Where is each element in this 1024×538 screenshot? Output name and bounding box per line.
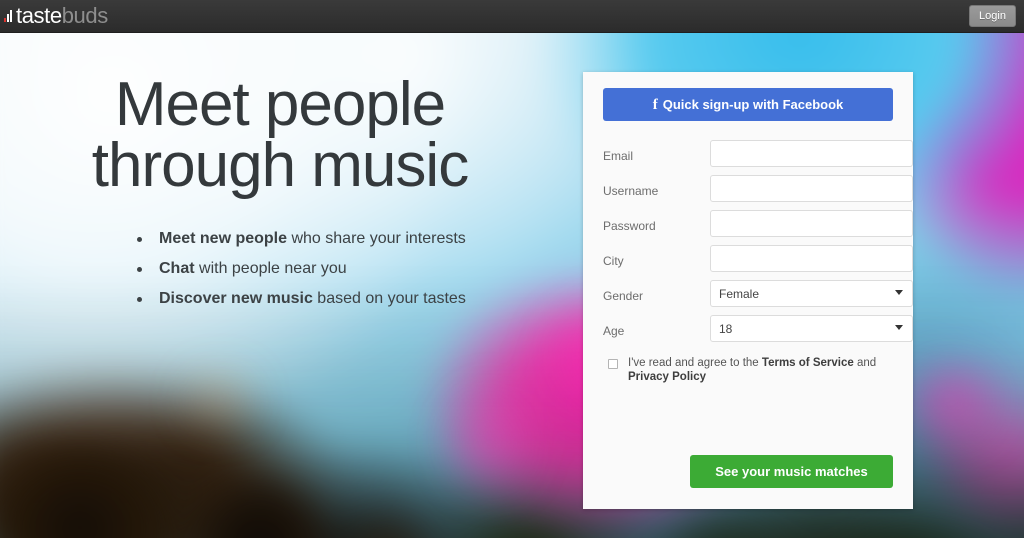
field-row-password: Password (603, 210, 913, 245)
facebook-f-icon: f (652, 97, 658, 113)
facebook-signup-label: Quick sign-up with Facebook (662, 97, 844, 112)
logo-wordmark: tastebuds (16, 5, 108, 27)
username-field[interactable] (710, 175, 913, 202)
field-row-username: Username (603, 175, 913, 210)
top-navigation-bar: tastebuds Login (0, 0, 1024, 33)
age-label: Age (603, 324, 625, 338)
city-field[interactable] (710, 245, 913, 272)
field-row-email: Email (603, 140, 913, 175)
equalizer-icon (4, 9, 12, 22)
benefit-rest: with people near you (194, 259, 347, 277)
hero-title-line2: through music (91, 131, 469, 201)
password-label: Password (603, 219, 656, 233)
privacy-policy-link[interactable]: Privacy Policy (628, 371, 706, 383)
list-item: Discover new music based on your tastes (135, 289, 560, 307)
username-label: Username (603, 184, 659, 198)
age-select[interactable]: 18 (710, 315, 913, 342)
signup-landing-page: tastebuds Login Meet people through musi… (0, 0, 1024, 538)
city-label: City (603, 254, 624, 268)
email-label: Email (603, 149, 634, 163)
chevron-down-icon (895, 325, 903, 330)
hero-title-line1: Meet people (114, 70, 446, 139)
terms-checkbox[interactable] (608, 359, 618, 369)
benefit-strong: Chat (159, 259, 195, 277)
logo-word-secondary: buds (61, 3, 109, 28)
email-field[interactable] (710, 140, 913, 167)
field-row-age: Age 18 (603, 315, 913, 350)
submit-signup-button[interactable]: See your music matches (690, 455, 893, 488)
gender-label: Gender (603, 289, 644, 303)
benefit-strong: Meet new people (159, 229, 288, 247)
benefit-strong: Discover new music (159, 289, 313, 307)
login-button[interactable]: Login (969, 5, 1016, 27)
list-item: Chat with people near you (135, 259, 560, 277)
chevron-down-icon (895, 290, 903, 295)
signup-form: Email Username Password City Gender Fema… (603, 140, 913, 350)
age-selected-value: 18 (719, 322, 733, 336)
password-field[interactable] (710, 210, 913, 237)
hero-benefits-list: Meet new people who share your interests… (0, 229, 560, 307)
field-row-city: City (603, 245, 913, 280)
terms-agreement: I've read and agree to the Terms of Serv… (603, 356, 893, 385)
hero-section: Meet people through music Meet new peopl… (0, 74, 560, 321)
logo-word-primary: taste (16, 3, 62, 28)
terms-text: I've read and agree to the Terms of Serv… (628, 356, 893, 385)
terms-mid: and (853, 357, 877, 369)
facebook-signup-button[interactable]: f Quick sign-up with Facebook (603, 88, 893, 121)
signup-card: f Quick sign-up with Facebook Email Usern… (583, 72, 913, 509)
benefit-rest: who share your interests (287, 229, 466, 247)
terms-of-service-link[interactable]: Terms of Service (762, 357, 854, 369)
page-title: Meet people through music (0, 74, 560, 201)
gender-select[interactable]: Female (710, 280, 913, 307)
terms-lead: I've read and agree to the (628, 357, 762, 369)
field-row-gender: Gender Female (603, 280, 913, 315)
benefit-rest: based on your tastes (312, 289, 466, 307)
gender-selected-value: Female (719, 287, 760, 301)
list-item: Meet new people who share your interests (135, 229, 560, 247)
site-logo[interactable]: tastebuds (4, 2, 108, 30)
